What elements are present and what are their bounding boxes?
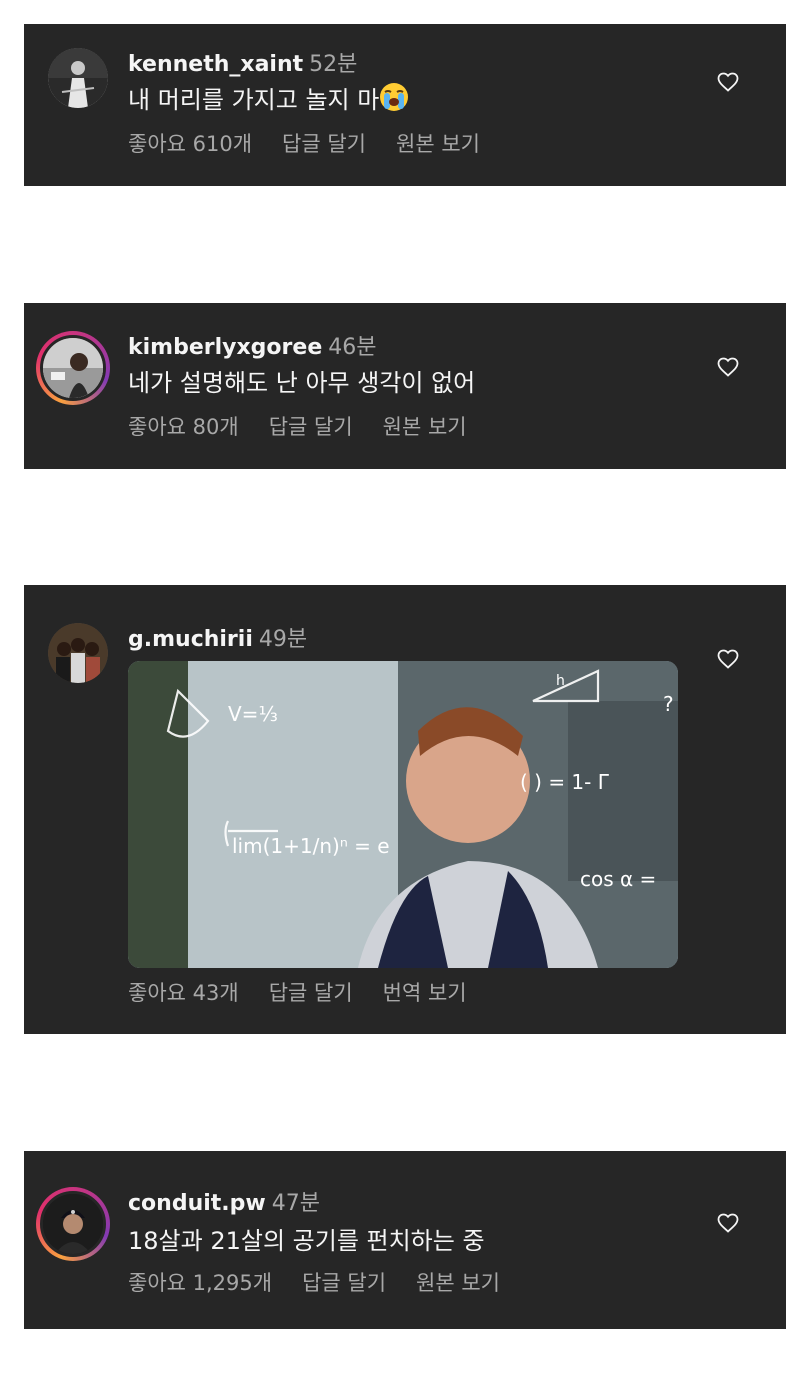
comment-actions: 좋아요 80개 답글 달기 원본 보기 [128,411,497,441]
comment-text: 네가 설명해도 난 아무 생각이 없어 [128,369,476,397]
username[interactable]: conduit.pw [128,1191,266,1216]
comment-card: kimberlyxgoree 46분 네가 설명해도 난 아무 생각이 없어 좋아… [24,303,786,469]
comment-header: kimberlyxgoree 46분 [128,329,376,361]
comment-actions: 좋아요 1,295개 답글 달기 원본 보기 [128,1267,530,1297]
comment-header: kenneth_xaint 52분 [128,46,357,78]
comment-text: 내 머리를 가지고 놀지 마 [128,80,409,118]
heart-outline-icon[interactable] [716,647,740,671]
heart-outline-icon[interactable] [716,355,740,379]
avatar-photo [48,48,108,108]
comment-card: kenneth_xaint 52분 내 머리를 가지고 놀지 마 좋아요 610개… [24,24,786,186]
avatar-photo [43,338,103,398]
comment-header: conduit.pw 47분 [128,1185,320,1217]
username[interactable]: kenneth_xaint [128,52,303,77]
likes-count[interactable]: 좋아요 610개 [128,132,252,156]
heart-outline-icon[interactable] [716,1211,740,1235]
avatar-photo [43,1194,103,1254]
view-original-button[interactable]: 원본 보기 [416,1271,500,1295]
gif-equation: ? [663,692,674,716]
view-original-button[interactable]: 원본 보기 [383,415,467,439]
avatar[interactable] [48,623,108,683]
username[interactable]: kimberlyxgoree [128,335,322,360]
avatar[interactable] [48,48,108,108]
reply-button[interactable]: 답글 달기 [302,1271,386,1295]
gif-equation: h [556,673,565,689]
timestamp: 46분 [328,335,377,360]
timestamp: 52분 [309,52,358,77]
comment-card: g.muchirii 49분 V=⅓ lim(1+1/n)ⁿ = e ( ) =… [24,585,786,1034]
comment-actions: 좋아요 610개 답글 달기 원본 보기 [128,128,510,158]
comment-text: 18살과 21살의 공기를 펀치하는 중 [128,1227,485,1255]
comment-header: g.muchirii 49분 [128,621,307,653]
gif-equation: V=⅓ [228,702,278,726]
loudly-crying-face-icon [379,82,409,118]
avatar-with-story-ring[interactable] [36,331,110,405]
comment-body: 내 머리를 가지고 놀지 마 [128,86,380,114]
view-translation-button[interactable]: 번역 보기 [383,981,467,1005]
gif-attachment[interactable]: V=⅓ lim(1+1/n)ⁿ = e ( ) = 1- Γ cos α = ?… [128,661,678,968]
gif-equation: cos α = [580,867,656,891]
timestamp: 49분 [258,627,308,652]
gif-equation: ( ) = 1- Γ [520,770,610,794]
username[interactable]: g.muchirii [128,627,253,652]
reply-button[interactable]: 답글 달기 [269,981,353,1005]
avatar-with-story-ring[interactable] [36,1187,110,1261]
gif-equation: lim(1+1/n)ⁿ = e [232,834,390,858]
comment-actions: 좋아요 43개 답글 달기 번역 보기 [128,977,497,1007]
likes-count[interactable]: 좋아요 43개 [128,981,239,1005]
gif-image: V=⅓ lim(1+1/n)ⁿ = e ( ) = 1- Γ cos α = ?… [128,661,678,968]
view-original-button[interactable]: 원본 보기 [396,132,480,156]
heart-outline-icon[interactable] [716,70,740,94]
likes-count[interactable]: 좋아요 80개 [128,415,239,439]
reply-button[interactable]: 답글 달기 [269,415,353,439]
comment-card: conduit.pw 47분 18살과 21살의 공기를 펀치하는 중 좋아요 1… [24,1151,786,1329]
reply-button[interactable]: 답글 달기 [282,132,366,156]
avatar-photo [48,623,108,683]
timestamp: 47분 [271,1191,320,1216]
likes-count[interactable]: 좋아요 1,295개 [128,1271,272,1295]
